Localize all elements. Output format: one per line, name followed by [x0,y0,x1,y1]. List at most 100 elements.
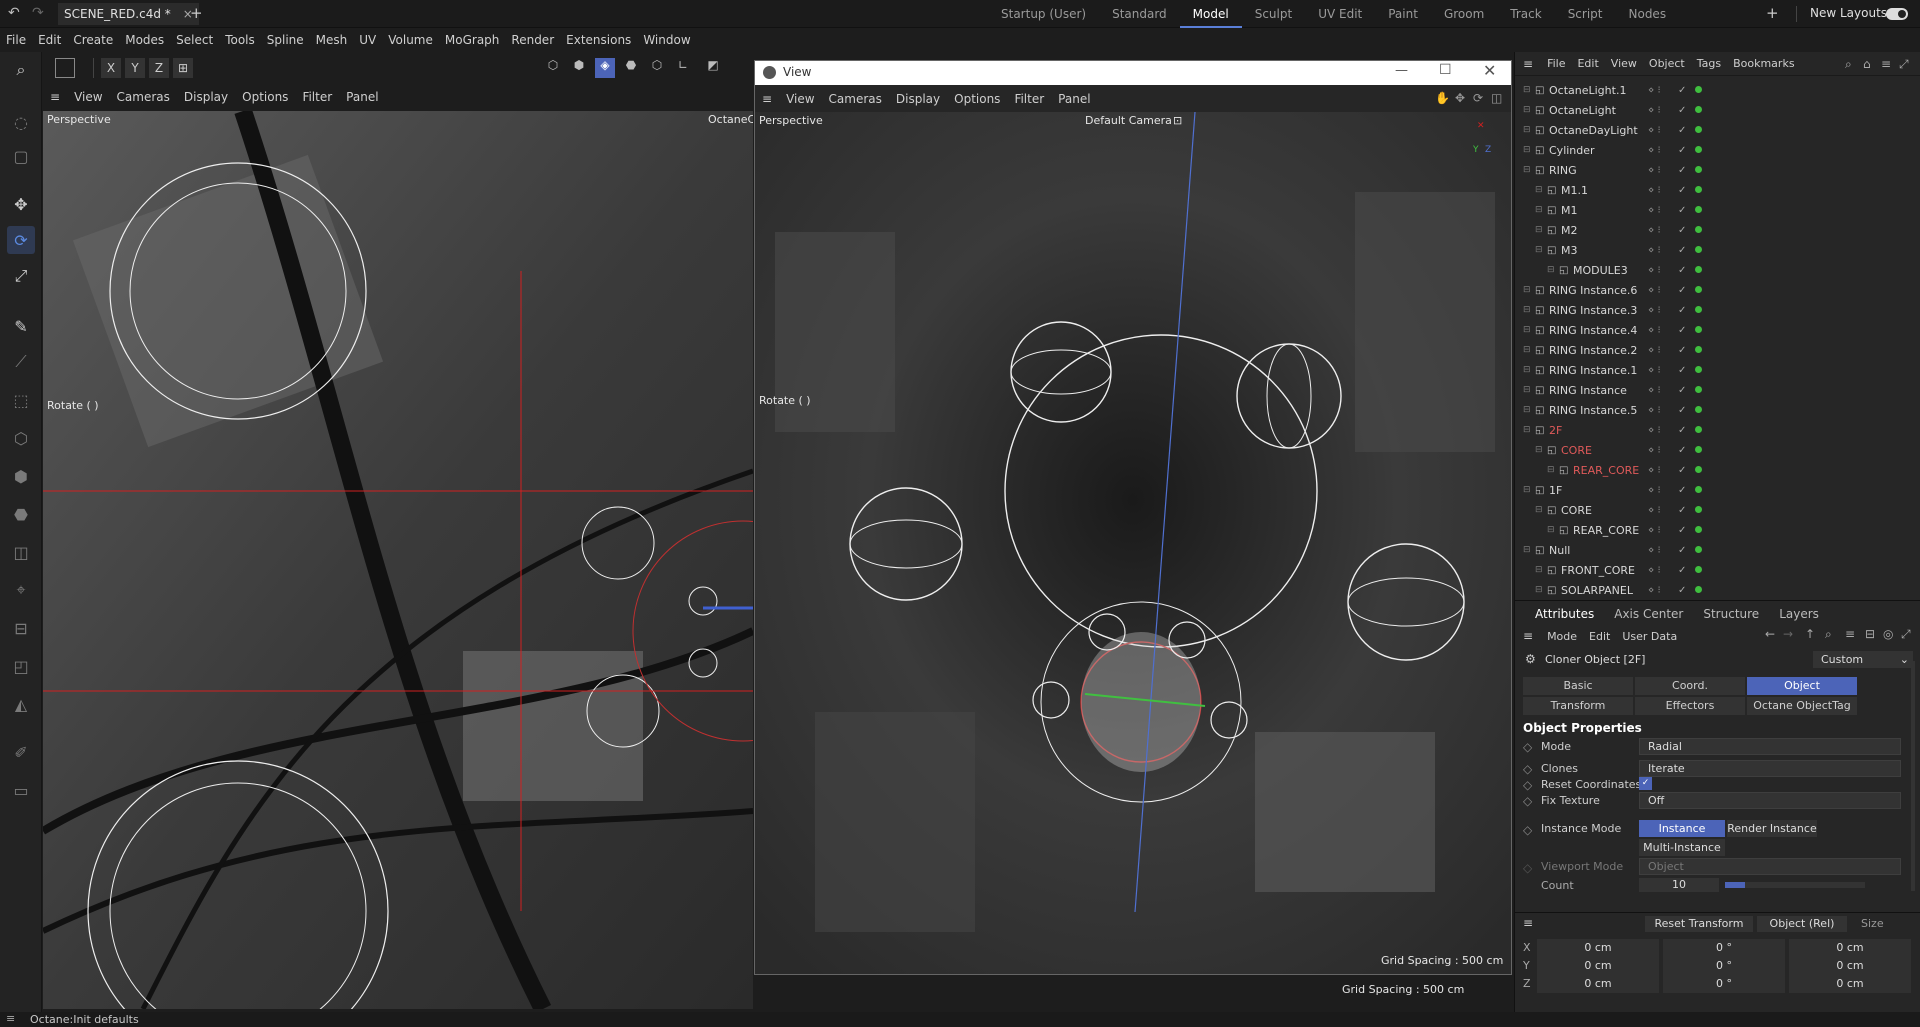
tag-icon[interactable] [1695,283,1702,296]
enabled-icon[interactable]: ✓ [1678,165,1686,176]
document-tab[interactable]: SCENE_RED.c4d * × [58,3,199,25]
enabled-icon[interactable]: ✓ [1678,285,1686,296]
coordinate-pos-field[interactable]: 0 cm [1537,957,1659,975]
tag-icon[interactable] [1695,503,1702,516]
instance-button[interactable]: Instance [1639,820,1725,837]
coordinate-system-icon[interactable]: ⊞ [173,58,193,78]
tag-icon[interactable] [1695,423,1702,436]
scale-icon[interactable]: ⤢ [7,262,35,290]
redo-icon[interactable]: ↷ [32,5,44,21]
object-manager-menu-item[interactable]: View [1605,57,1643,70]
enabled-icon[interactable]: ✓ [1678,245,1686,256]
object-row[interactable]: ⊟ ◱ M1.1 ⋄ ⁝ ✓ [1515,180,1920,200]
object-row[interactable]: ⊟ ◱ M1 ⋄ ⁝ ✓ [1515,200,1920,220]
select-icon[interactable]: ◌ [7,108,35,136]
keyframe-diamond-icon[interactable]: ◇ [1523,861,1532,875]
polygon-mode-icon[interactable]: ◈ [595,58,615,78]
point-mode-icon[interactable]: ⬡ [647,58,667,78]
layout-tab[interactable]: Track [1497,0,1554,28]
menu-item[interactable]: Volume [382,28,439,52]
tag-icon[interactable] [1695,343,1702,356]
layout-tab[interactable]: Model [1179,0,1242,28]
object-row[interactable]: ⊟ ◱ CORE ⋄ ⁝ ✓ [1515,500,1920,520]
rotate-icon[interactable]: ⟳ [7,226,35,254]
up-icon[interactable]: ↑ [1805,627,1815,641]
tag-icon[interactable] [1695,543,1702,556]
toggle-view-icon[interactable]: ◫ [1491,91,1502,105]
attribute-menu-item[interactable]: User Data [1616,630,1683,643]
viewport-scene[interactable]: Perspective OctaneCa Rotate ( ) [43,111,753,1009]
hamburger-icon[interactable]: ≡ [755,92,779,106]
box-select-icon[interactable]: ▢ [7,142,35,170]
object-manager-menu-item[interactable]: Tags [1691,57,1727,70]
axis-y-button[interactable]: Y [125,58,145,78]
coordinate-size-field[interactable]: 0 cm [1789,975,1911,993]
layout-tab[interactable]: Nodes [1616,0,1680,28]
new-window-icon[interactable]: ⤢ [1901,627,1911,642]
enabled-icon[interactable]: ✓ [1678,565,1686,576]
object-row[interactable]: ⊟ ◱ RING Instance.5 ⋄ ⁝ ✓ [1515,400,1920,420]
keyframe-diamond-icon[interactable]: ◇ [1523,778,1532,792]
enabled-icon[interactable]: ✓ [1678,325,1686,336]
expand-icon[interactable]: ⊟ [1535,585,1543,595]
polygon-icon[interactable]: ⬚ [7,386,35,414]
expand-icon[interactable]: ⊟ [1523,425,1531,435]
layout-tab[interactable]: Standard [1099,0,1180,28]
expand-icon[interactable]: ⊟ [1523,485,1531,495]
attribute-tab[interactable]: Structure [1693,603,1769,625]
expand-icon[interactable]: ⊟ [1535,565,1543,575]
enabled-icon[interactable]: ✓ [1678,445,1686,456]
expand-icon[interactable]: ⊟ [1523,165,1531,175]
enabled-icon[interactable]: ✓ [1678,385,1686,396]
enabled-icon[interactable]: ✓ [1678,205,1686,216]
camera-lock-icon[interactable]: ⊡ [1173,114,1182,127]
enabled-icon[interactable]: ✓ [1678,345,1686,356]
expand-icon[interactable]: ⊟ [1547,465,1555,475]
tag-icon[interactable] [1695,203,1702,216]
enabled-icon[interactable]: ✓ [1678,145,1686,156]
tag-icon[interactable] [1695,263,1702,276]
search-icon[interactable]: ⌕ [7,56,35,84]
paint-icon[interactable]: ◭ [7,690,35,718]
viewport-menu-item[interactable]: Options [235,90,295,104]
page-button-coord-[interactable]: Coord. [1635,677,1745,695]
enabled-icon[interactable]: ✓ [1678,185,1686,196]
count-field[interactable]: 10 [1639,878,1719,892]
attribute-tab[interactable]: Axis Center [1604,603,1693,625]
expand-icon[interactable]: ⊟ [1535,225,1543,235]
page-button-transform[interactable]: Transform [1523,697,1633,715]
keyframe-diamond-icon[interactable]: ◇ [1523,740,1532,754]
object-row[interactable]: ⊟ ◱ SOLARPANEL ⋄ ⁝ ✓ [1515,580,1920,600]
enabled-icon[interactable]: ✓ [1678,505,1686,516]
coordinate-size-field[interactable]: 0 cm [1789,939,1911,957]
menu-item[interactable]: Render [505,28,560,52]
viewport-menu-item[interactable]: Display [889,92,947,106]
hamburger-icon[interactable]: ≡ [6,1012,15,1025]
attribute-tab[interactable]: Attributes [1525,603,1604,625]
viewport-menu-item[interactable]: View [779,92,821,106]
render-instance-button[interactable]: Render Instance [1727,820,1817,837]
hamburger-icon[interactable]: ≡ [1523,916,1533,930]
attribute-tab[interactable]: Layers [1769,603,1829,625]
hamburger-icon[interactable]: ≡ [1523,629,1533,643]
coordinate-size-field[interactable]: 0 cm [1789,957,1911,975]
expand-icon[interactable]: ⊟ [1523,305,1531,315]
keyframe-diamond-icon[interactable]: ◇ [1523,794,1532,808]
knife-icon[interactable]: ⟋ [7,348,35,376]
tag-icon[interactable] [1695,563,1702,576]
menu-item[interactable]: Extensions [560,28,637,52]
object-manager-menu-item[interactable]: Object [1643,57,1691,70]
object-row[interactable]: ⊟ ◱ RING Instance.6 ⋄ ⁝ ✓ [1515,280,1920,300]
tag-icon[interactable] [1695,523,1702,536]
enabled-icon[interactable]: ✓ [1678,365,1686,376]
object-row[interactable]: ⊟ ◱ RING Instance.3 ⋄ ⁝ ✓ [1515,300,1920,320]
object-row[interactable]: ⊟ ◱ REAR_CORE ⋄ ⁝ ✓ [1515,460,1920,480]
expand-icon[interactable]: ⊟ [1523,345,1531,355]
enabled-icon[interactable]: ✓ [1678,85,1686,96]
viewport-menu-item[interactable]: Filter [295,90,339,104]
coordinate-pos-field[interactable]: 0 cm [1537,975,1659,993]
menu-item[interactable]: Create [67,28,119,52]
coordinate-mode-dropdown[interactable]: Object (Rel) [1757,916,1847,932]
enabled-icon[interactable]: ✓ [1678,265,1686,276]
undo-icon[interactable]: ↶ [8,5,20,21]
